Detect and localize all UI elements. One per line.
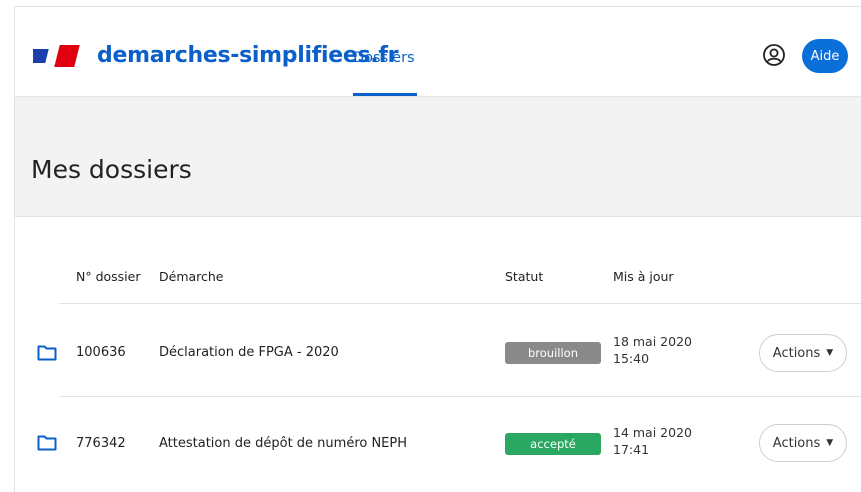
caret-down-icon: ▼ — [826, 348, 834, 358]
actions-button[interactable]: Actions ▼ — [759, 424, 847, 462]
user-circle-icon[interactable] — [762, 43, 786, 67]
top-header: demarches-simplifiees.fr Dossiers Aide — [15, 7, 861, 97]
updated-date: 14 mai 2020 17:41 — [613, 424, 692, 458]
actions-label: Actions — [772, 435, 821, 451]
column-header-updated: Mis à jour — [613, 269, 674, 284]
folder-icon[interactable] — [37, 344, 57, 361]
tab-dossiers[interactable]: Dossiers — [353, 50, 415, 66]
column-header-number: N° dossier — [76, 269, 141, 284]
help-button[interactable]: Aide — [802, 39, 848, 73]
column-header-status: Statut — [505, 269, 544, 284]
app-window: demarches-simplifiees.fr Dossiers Aide M… — [14, 6, 861, 492]
caret-down-icon: ▼ — [826, 438, 834, 448]
folder-icon[interactable] — [37, 434, 57, 451]
updated-time: 17:41 — [613, 442, 650, 457]
procedure-name[interactable]: Attestation de dépôt de numéro NEPH — [159, 436, 407, 451]
updated-day: 14 mai 2020 — [613, 425, 692, 440]
updated-time: 15:40 — [613, 351, 650, 366]
dossier-number[interactable]: 100636 — [76, 345, 126, 360]
column-header-procedure: Démarche — [159, 269, 224, 284]
page-title: Mes dossiers — [31, 155, 192, 184]
status-badge: brouillon — [505, 342, 601, 364]
marianne-logo[interactable] — [33, 45, 80, 67]
dossier-number[interactable]: 776342 — [76, 436, 126, 451]
status-badge: accepté — [505, 433, 601, 455]
actions-button[interactable]: Actions ▼ — [759, 334, 847, 372]
procedure-name[interactable]: Déclaration de FPGA - 2020 — [159, 345, 339, 360]
page-title-band: Mes dossiers — [15, 97, 861, 217]
active-tab-indicator — [353, 93, 417, 96]
table-row[interactable]: 776342 Attestation de dépôt de numéro NE… — [15, 397, 861, 489]
updated-date: 18 mai 2020 15:40 — [613, 333, 692, 367]
updated-day: 18 mai 2020 — [613, 334, 692, 349]
table-row[interactable]: 100636 Déclaration de FPGA - 2020 brouil… — [15, 304, 861, 396]
actions-label: Actions — [772, 345, 821, 361]
